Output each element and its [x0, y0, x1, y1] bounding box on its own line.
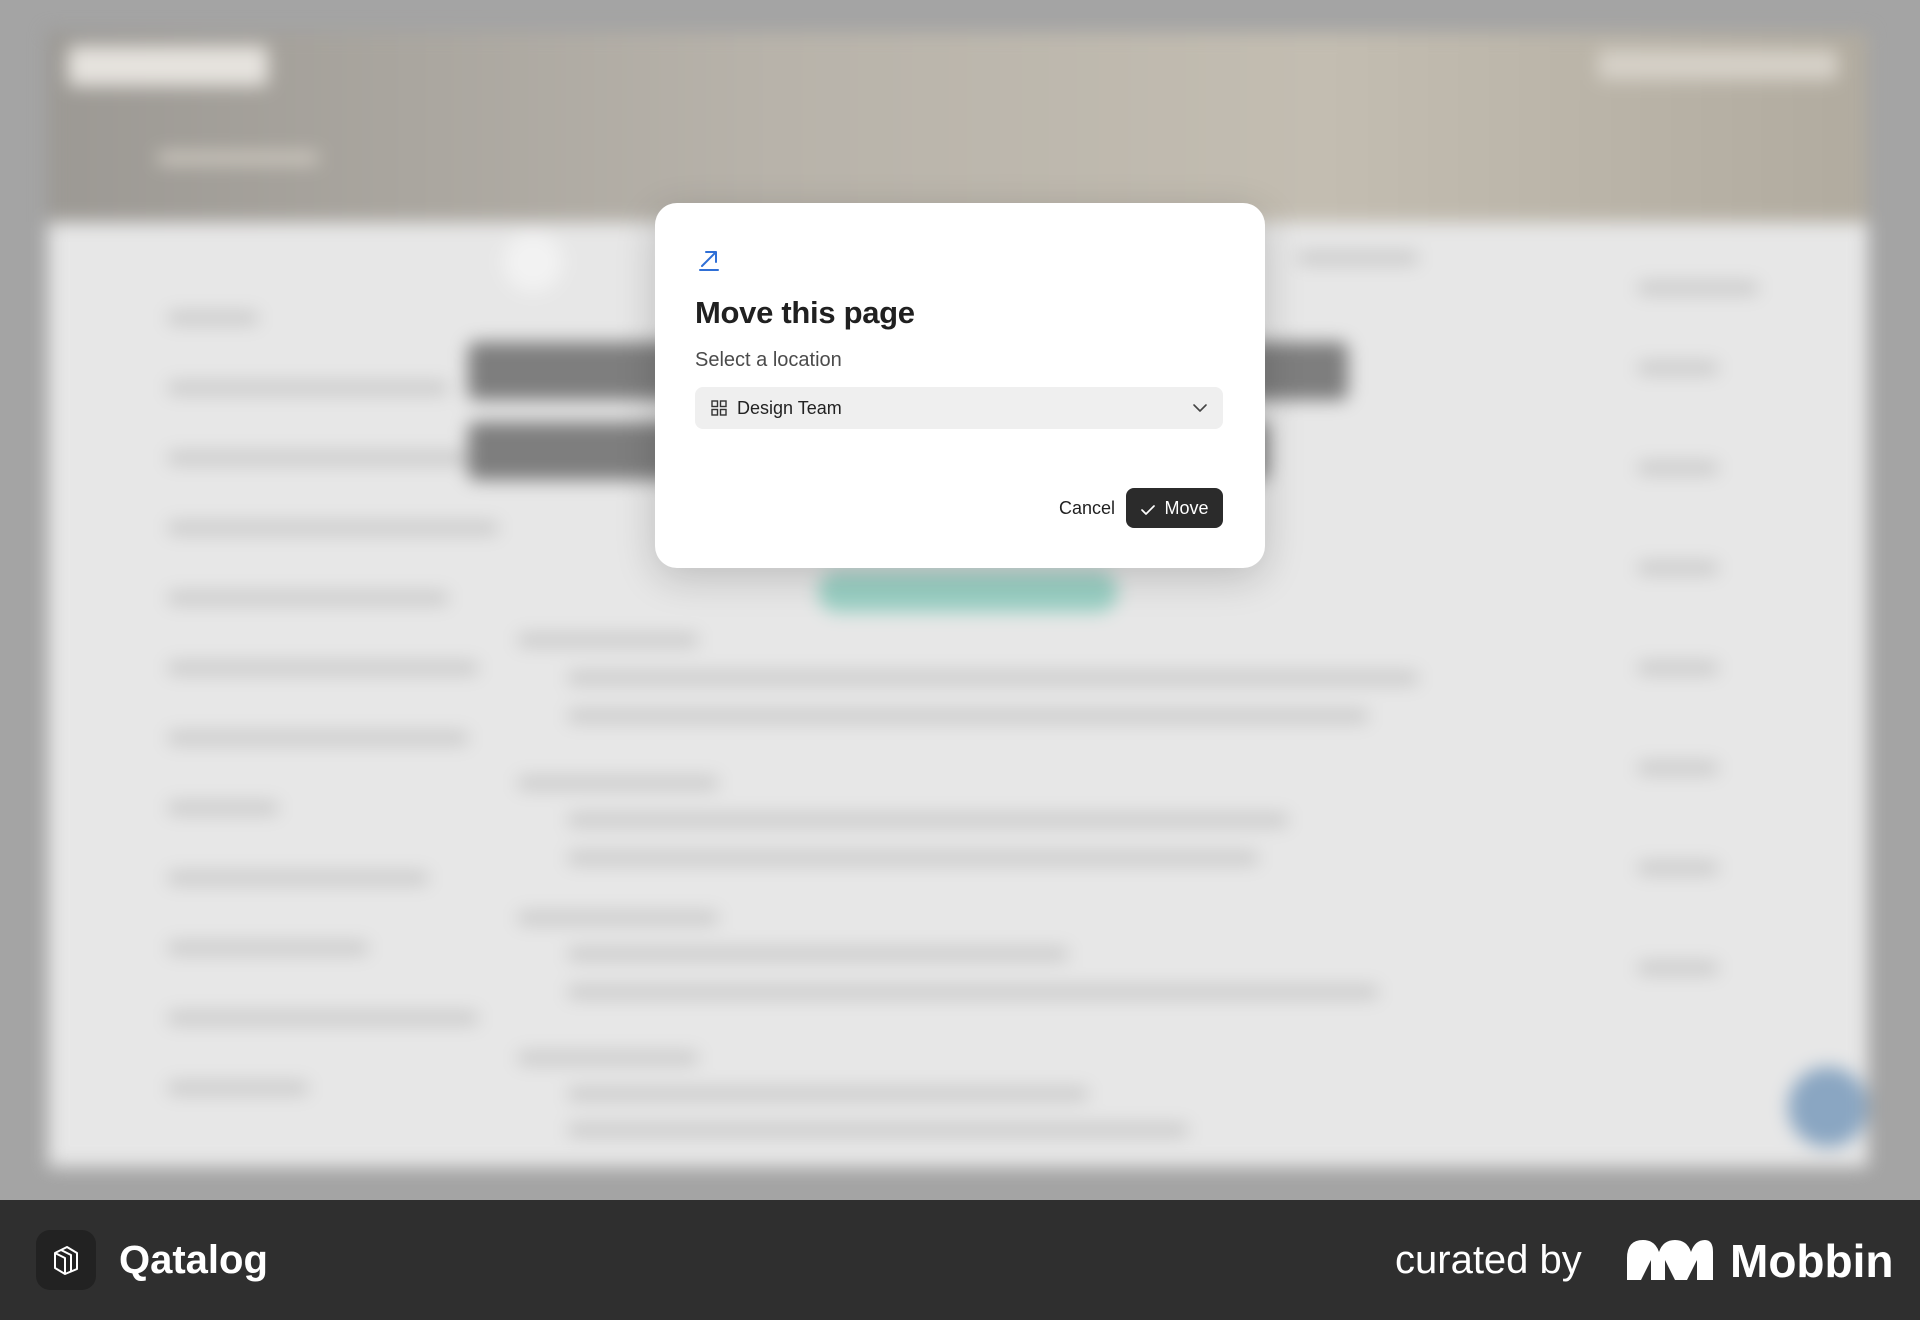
dialog-title: Move this page — [695, 295, 915, 330]
background-app — [0, 0, 1920, 1200]
background-banner — [818, 572, 1118, 612]
background-avatar — [503, 232, 563, 292]
background-logo — [68, 46, 268, 86]
chevron-down-icon — [1191, 400, 1209, 416]
brand-name: Mobbin — [1730, 1235, 1894, 1287]
background-header-actions — [1598, 50, 1838, 80]
background-header — [48, 32, 1868, 222]
move-button[interactable]: Move — [1126, 488, 1223, 528]
grid-icon — [711, 400, 727, 416]
app-name: Qatalog — [119, 1238, 268, 1282]
background-breadcrumb — [158, 152, 318, 164]
move-button-label: Move — [1164, 497, 1209, 518]
arrow-up-right-icon — [695, 245, 723, 273]
move-page-dialog: Move this page Select a location Design … — [655, 203, 1265, 568]
location-select[interactable]: Design Team — [695, 387, 1223, 429]
curated-by-label: curated by — [1395, 1238, 1582, 1282]
check-icon — [1140, 501, 1156, 515]
qatalog-logo-icon — [36, 1230, 96, 1290]
location-select-value: Design Team — [737, 398, 842, 418]
background-help-bubble — [1788, 1067, 1868, 1147]
dialog-subtitle: Select a location — [695, 349, 842, 371]
mobbin-logo-icon — [1625, 1238, 1715, 1282]
attribution-bar: Qatalog curated by Mobbin — [0, 1200, 1920, 1320]
